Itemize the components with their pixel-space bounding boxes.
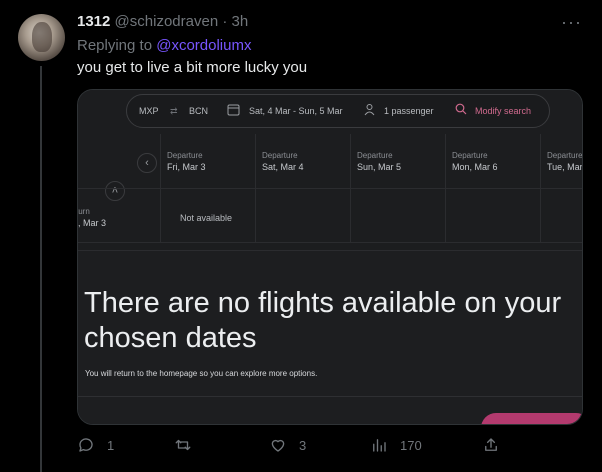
divider (160, 190, 161, 242)
calendar-icon (227, 103, 240, 118)
view-count: 170 (400, 437, 422, 453)
return-date: i, Mar 3 (77, 218, 107, 228)
reply-count: 1 (107, 437, 115, 453)
reply-icon (79, 438, 93, 452)
departure-label: Departure (357, 151, 393, 160)
search-icon (455, 103, 467, 117)
swap-icon: ⇄ (170, 106, 178, 116)
screenshot-content: MXP ⇄ BCN Sat, 4 Mar - Sun, 5 Mar 1 pass… (78, 90, 582, 424)
divider (445, 190, 446, 242)
date-column: Departure Fri, Mar 3 (160, 134, 255, 190)
destination-code: BCN (189, 106, 209, 116)
reply-button[interactable]: 1 (77, 436, 114, 454)
departure-label: Departure (452, 151, 488, 160)
modify-search-link: Modify search (475, 106, 532, 116)
no-flights-dialog: There are no flights available on your c… (78, 250, 582, 424)
return-label: turn (77, 207, 90, 216)
not-available-label: Not available (180, 213, 233, 223)
separator: · (222, 13, 228, 30)
avatar[interactable] (18, 14, 65, 61)
like-count: 3 (299, 437, 307, 453)
timestamp[interactable]: 3h (232, 13, 249, 30)
no-flights-heading: There are no flights available on your c… (84, 287, 562, 354)
date-column: Departure Sat, Mar 4 (255, 134, 350, 190)
date-label: Fri, Mar 3 (167, 162, 206, 172)
media-image[interactable]: MXP ⇄ BCN Sat, 4 Mar - Sun, 5 Mar 1 pass… (77, 89, 583, 425)
thread-line (40, 66, 42, 472)
share-icon (485, 438, 497, 451)
chevron-up-icon: ˄ (105, 181, 125, 201)
display-name[interactable]: 1312 (77, 13, 110, 30)
divider (78, 396, 582, 397)
heart-icon (271, 439, 285, 452)
divider (78, 188, 582, 189)
more-options-button[interactable]: ··· (561, 12, 582, 33)
like-button[interactable]: 3 (269, 436, 306, 454)
passenger-count: 1 passenger (384, 106, 434, 116)
date-label: Tue, Mar (547, 162, 583, 172)
dialog-button (481, 413, 582, 424)
views-button[interactable]: 170 (370, 436, 422, 454)
date-label: Mon, Mar 6 (452, 162, 498, 172)
divider (78, 242, 582, 243)
date-column: Departure Tue, Mar (540, 134, 583, 190)
share-button[interactable] (482, 436, 512, 454)
replying-prefix: Replying to (77, 37, 153, 54)
retweet-icon (175, 439, 191, 451)
date-column: Departure Mon, Mar 6 (445, 134, 540, 190)
divider (540, 190, 541, 242)
divider (350, 190, 351, 242)
origin-code: MXP (139, 106, 159, 116)
tweet-actions: 1 3 170 (77, 436, 587, 458)
tweet-header: 1312 @schizodraven · 3h (77, 13, 248, 30)
chevron-left-icon: ‹ (137, 153, 157, 173)
departure-label: Departure (547, 151, 583, 160)
date-column: Departure Sun, Mar 5 (350, 134, 445, 190)
retweet-button[interactable] (174, 436, 204, 454)
mention-link[interactable]: @xcordoliumx (156, 37, 251, 54)
date-range: Sat, 4 Mar - Sun, 5 Mar (249, 106, 343, 116)
divider (255, 190, 256, 242)
replying-to: Replying to @xcordoliumx (77, 37, 251, 54)
date-label: Sat, Mar 4 (262, 162, 304, 172)
analytics-icon (373, 439, 386, 452)
date-label: Sun, Mar 5 (357, 162, 402, 172)
search-summary: MXP ⇄ BCN Sat, 4 Mar - Sun, 5 Mar 1 pass… (126, 94, 550, 128)
departure-label: Departure (167, 151, 203, 160)
explore-message: You will return to the homepage so you c… (85, 369, 318, 378)
departure-label: Departure (262, 151, 298, 160)
tweet-text: you get to live a bit more lucky you (77, 59, 308, 76)
user-handle[interactable]: @schizodraven (115, 13, 219, 30)
passenger-icon (363, 103, 376, 118)
